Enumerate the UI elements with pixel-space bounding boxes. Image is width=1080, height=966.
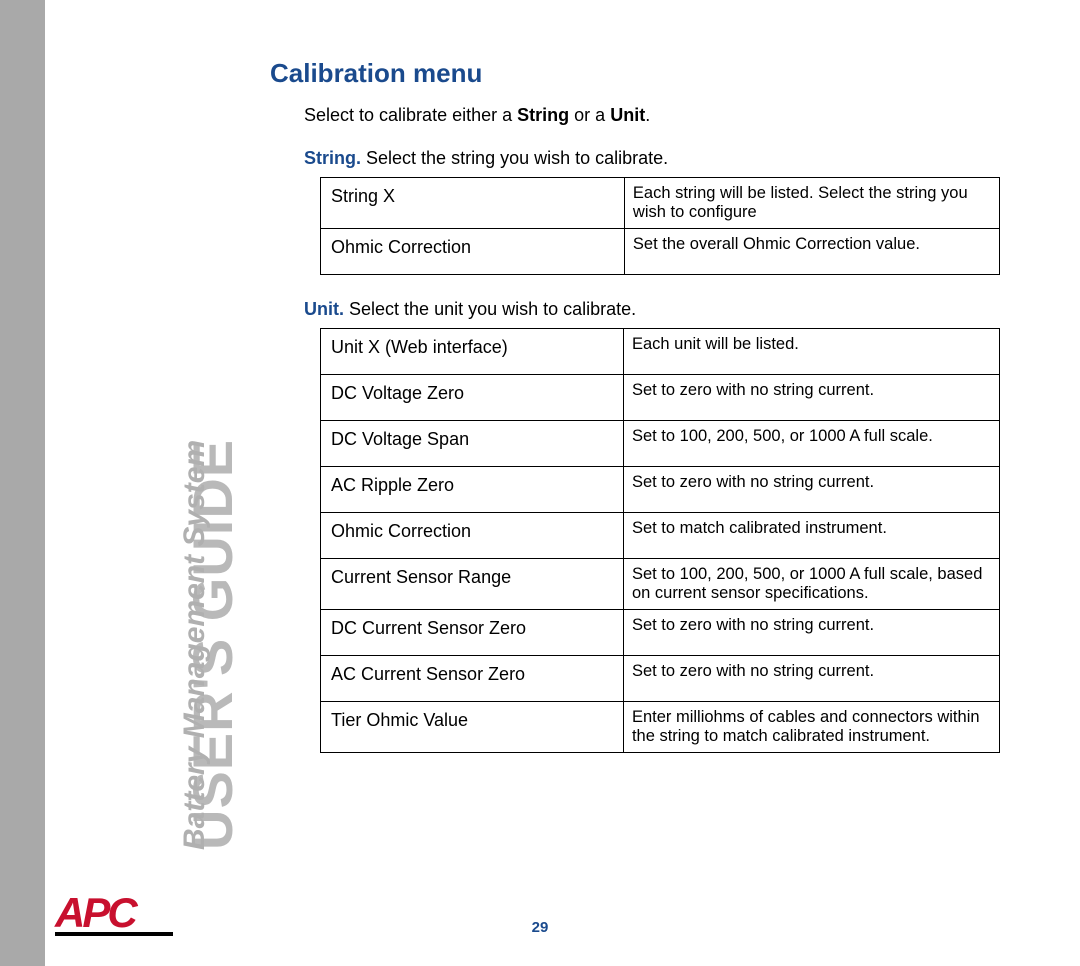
string-row-desc: Each string will be listed. Select the s… [624, 178, 999, 229]
table-row: DC Voltage ZeroSet to zero with no strin… [321, 375, 1000, 421]
unit-row-desc: Set to match calibrated instrument. [623, 513, 999, 559]
unit-table: Unit X (Web interface)Each unit will be … [320, 328, 1000, 753]
unit-row-desc: Set to zero with no string current. [623, 656, 999, 702]
unit-row-desc: Set to zero with no string current. [623, 610, 999, 656]
string-row-name: Ohmic Correction [321, 229, 625, 275]
unit-row-name: AC Ripple Zero [321, 467, 624, 513]
vertical-guide-subtitle: Battery Management System [178, 440, 212, 850]
unit-row-desc: Enter milliohms of cables and connectors… [623, 702, 999, 753]
page-heading: Calibration menu [270, 58, 1030, 89]
unit-row-name: DC Current Sensor Zero [321, 610, 624, 656]
string-lead: String. Select the string you wish to ca… [304, 148, 1030, 169]
intro-line: Select to calibrate either a String or a… [304, 105, 1030, 126]
unit-row-name: Current Sensor Range [321, 559, 624, 610]
string-row-name: String X [321, 178, 625, 229]
table-row: AC Ripple ZeroSet to zero with no string… [321, 467, 1000, 513]
sidebar-stripe [0, 0, 45, 966]
intro-mid: or a [574, 105, 605, 125]
table-row: Unit X (Web interface)Each unit will be … [321, 329, 1000, 375]
string-row-desc: Set the overall Ohmic Correction value. [624, 229, 999, 275]
page-number: 29 [0, 919, 1080, 936]
unit-row-desc: Each unit will be listed. [623, 329, 999, 375]
unit-row-desc: Set to zero with no string current. [623, 467, 999, 513]
unit-row-name: DC Voltage Span [321, 421, 624, 467]
unit-row-desc: Set to zero with no string current. [623, 375, 999, 421]
table-row: DC Current Sensor ZeroSet to zero with n… [321, 610, 1000, 656]
intro-prefix: Select to calibrate either a [304, 105, 512, 125]
unit-row-desc: Set to 100, 200, 500, or 1000 A full sca… [623, 421, 999, 467]
unit-row-name: AC Current Sensor Zero [321, 656, 624, 702]
table-row: Ohmic CorrectionSet to match calibrated … [321, 513, 1000, 559]
unit-lead-text: Select the unit you wish to calibrate. [349, 299, 636, 319]
string-lead-text: Select the string you wish to calibrate. [366, 148, 668, 168]
intro-unit-term: Unit [610, 105, 645, 125]
unit-row-name: Ohmic Correction [321, 513, 624, 559]
page-content: Calibration menu Select to calibrate eit… [270, 58, 1030, 777]
table-row: AC Current Sensor ZeroSet to zero with n… [321, 656, 1000, 702]
table-row: Current Sensor RangeSet to 100, 200, 500… [321, 559, 1000, 610]
string-table: String X Each string will be listed. Sel… [320, 177, 1000, 275]
unit-lead: Unit. Select the unit you wish to calibr… [304, 299, 1030, 320]
table-row: Ohmic Correction Set the overall Ohmic C… [321, 229, 1000, 275]
string-lead-label: String. [304, 148, 361, 168]
table-row: DC Voltage SpanSet to 100, 200, 500, or … [321, 421, 1000, 467]
table-row: String X Each string will be listed. Sel… [321, 178, 1000, 229]
intro-string-term: String [517, 105, 569, 125]
unit-row-desc: Set to 100, 200, 500, or 1000 A full sca… [623, 559, 999, 610]
unit-row-name: DC Voltage Zero [321, 375, 624, 421]
unit-row-name: Unit X (Web interface) [321, 329, 624, 375]
unit-lead-label: Unit. [304, 299, 344, 319]
unit-row-name: Tier Ohmic Value [321, 702, 624, 753]
